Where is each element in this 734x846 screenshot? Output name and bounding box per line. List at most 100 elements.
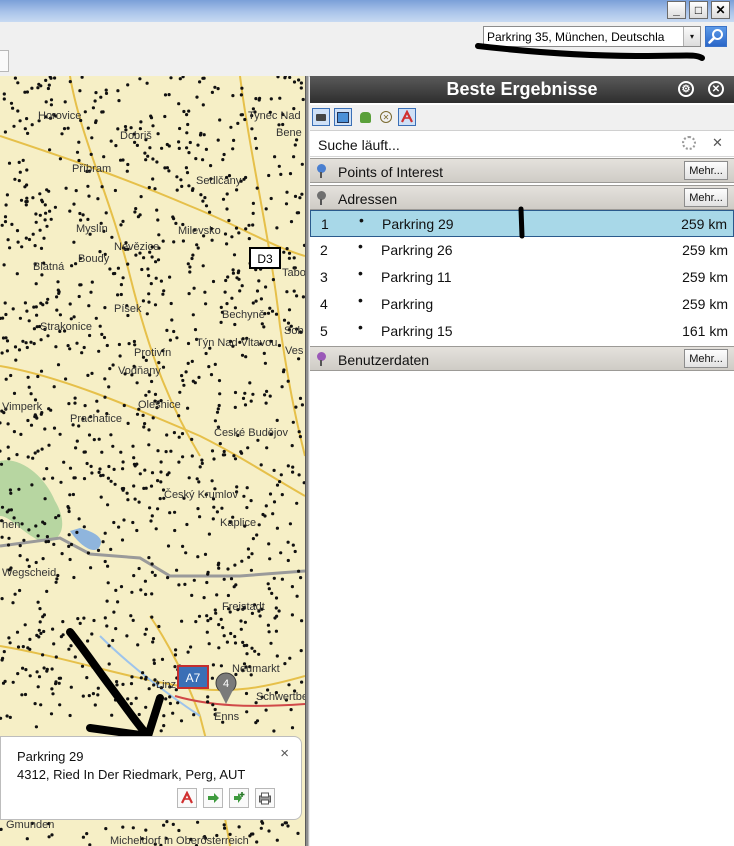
poi-dot — [25, 309, 29, 313]
result-row[interactable]: 2 • Parkring 26 259 km — [310, 237, 734, 264]
result-row[interactable]: 3 • Parkring 11 259 km — [310, 264, 734, 291]
popup-add-button[interactable] — [229, 788, 249, 808]
poi-dot — [130, 590, 134, 594]
poi-dot — [56, 288, 60, 292]
poi-dot — [89, 464, 93, 468]
poi-dot — [36, 374, 40, 379]
poi-dot — [87, 304, 91, 308]
poi-dot — [69, 317, 73, 321]
cancel-search-button[interactable]: ✕ — [712, 135, 723, 151]
poi-dot — [27, 319, 31, 323]
poi-dot — [126, 83, 130, 87]
poi-dot — [251, 201, 255, 205]
poi-dot — [267, 542, 271, 546]
poi-dot — [177, 583, 181, 587]
poi-dot — [135, 143, 139, 147]
poi-dot — [43, 218, 47, 222]
bag-button[interactable] — [356, 108, 374, 126]
poi-dot — [243, 620, 247, 624]
poi-dot — [103, 395, 107, 399]
poi-dot — [120, 538, 125, 542]
poi-dot — [79, 218, 83, 222]
poi-dot — [297, 78, 301, 82]
poi-dot — [213, 362, 217, 366]
poi-dot — [216, 87, 220, 91]
close-button[interactable]: ✕ — [711, 1, 730, 19]
map-label: Wegscheid — [2, 567, 56, 579]
map-filter-button[interactable] — [334, 108, 352, 126]
poi-dot — [142, 256, 146, 260]
poi-dot — [47, 835, 51, 839]
map-view[interactable]: Horovice Dobriš Tynec Nad Bene Příbram Sedlča… — [0, 76, 305, 846]
more-button-benutzerdaten[interactable]: Mehr... — [684, 349, 728, 368]
popup-address: 4312, Ried In Der Riedmark, Perg, AUT — [17, 767, 246, 782]
svg-text:D3: D3 — [257, 252, 273, 266]
map-canvas[interactable]: Horovice Dobriš Tynec Nad Bene Příbram Sedlča… — [0, 76, 305, 846]
poi-dot — [73, 655, 77, 659]
poi-dot — [177, 140, 181, 144]
poi-dot — [207, 365, 211, 369]
poi-dot — [26, 375, 30, 379]
popup-close-button[interactable]: × — [280, 745, 289, 762]
minimize-button[interactable]: _ — [667, 1, 686, 19]
poi-dot — [247, 555, 251, 559]
group-points-of-interest[interactable]: Points of Interest Mehr... — [310, 158, 734, 183]
poi-dot — [52, 426, 57, 430]
poi-dot — [270, 309, 275, 313]
popup-go-button[interactable] — [203, 788, 223, 808]
poi-dot — [147, 556, 151, 560]
poi-dot — [217, 623, 221, 627]
poi-dot — [231, 268, 235, 272]
poi-dot — [240, 113, 244, 117]
poi-dot — [240, 86, 244, 90]
poi-dot — [90, 632, 94, 636]
panel-close-button[interactable]: ✕ — [708, 81, 724, 97]
maximize-button[interactable]: □ — [689, 1, 708, 19]
poi-dot — [82, 477, 87, 481]
poi-dot — [214, 611, 218, 615]
popup-print-button[interactable] — [255, 788, 275, 808]
map-label: Prachatice — [70, 413, 122, 425]
poi-dot — [159, 480, 163, 484]
poi-dot — [17, 487, 21, 491]
settings-button[interactable]: ⚙ — [678, 81, 694, 97]
poi-dot — [182, 109, 186, 114]
poi-dot — [119, 158, 123, 162]
map-label: Sob — [284, 325, 304, 337]
popup-route-button[interactable] — [177, 788, 197, 808]
poi-dot — [56, 363, 61, 367]
poi-dot — [24, 236, 28, 240]
poi-dot — [0, 505, 5, 509]
poi-dot — [18, 170, 22, 174]
poi-dot — [46, 539, 51, 544]
poi-dot — [206, 570, 210, 574]
poi-dot — [267, 829, 271, 833]
result-row[interactable]: 5 • Parkring 15 161 km — [310, 318, 734, 345]
poi-dot — [2, 263, 6, 267]
poi-dot — [31, 196, 35, 200]
poi-dot — [239, 619, 243, 623]
poi-dot — [146, 154, 150, 158]
poi-dot — [54, 580, 58, 584]
cancel-filter-button[interactable]: ✕ — [377, 108, 395, 126]
poi-dot — [199, 131, 203, 135]
map-label: hen — [2, 519, 20, 531]
group-benutzerdaten[interactable]: Benutzerdaten Mehr... — [310, 346, 734, 371]
panel-splitter[interactable] — [305, 76, 309, 846]
camera-filter-button[interactable] — [312, 108, 330, 126]
poi-dot — [286, 558, 290, 563]
more-button-adressen[interactable]: Mehr... — [684, 188, 728, 207]
poi-dot — [73, 401, 77, 405]
result-row[interactable]: 4 • Parkring 259 km — [310, 291, 734, 318]
poi-dot — [39, 338, 43, 342]
poi-dot — [90, 371, 94, 375]
poi-dot — [165, 328, 169, 332]
more-button-poi[interactable]: Mehr... — [684, 161, 728, 180]
map-label: Bechyně — [222, 309, 265, 321]
poi-dot — [196, 507, 200, 511]
poi-dot — [99, 474, 103, 478]
route-filter-button[interactable] — [398, 108, 416, 126]
poi-dot — [151, 177, 155, 181]
poi-dot — [241, 640, 245, 645]
poi-dot — [82, 616, 86, 620]
